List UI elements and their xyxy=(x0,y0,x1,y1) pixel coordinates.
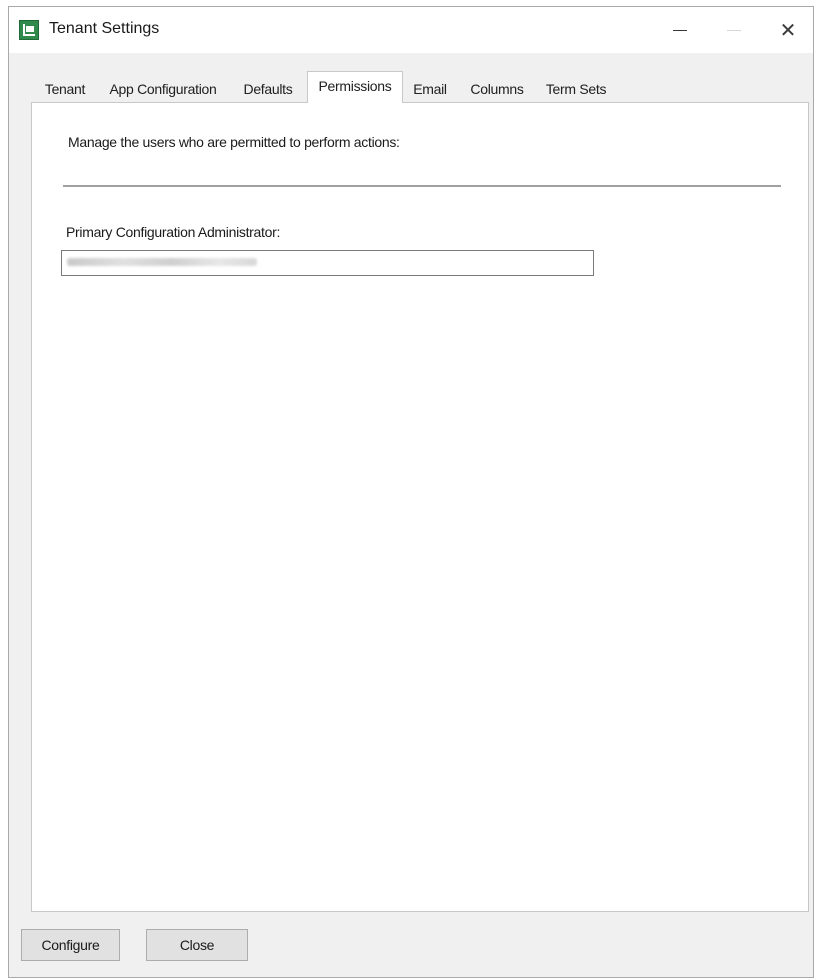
minimize-icon xyxy=(673,29,687,31)
window-title: Tenant Settings xyxy=(49,20,160,37)
app-icon xyxy=(19,20,39,40)
minimize-button[interactable] xyxy=(657,7,703,53)
maximize-button[interactable] xyxy=(711,7,757,53)
tab-permissions[interactable]: Permissions xyxy=(307,71,403,103)
tenant-settings-window: Tenant Settings ✕ Tenant App Configurati… xyxy=(8,6,814,978)
tab-columns[interactable]: Columns xyxy=(465,76,529,102)
permissions-panel: Manage the users who are permitted to pe… xyxy=(31,102,809,912)
maximize-icon xyxy=(727,29,741,31)
tab-defaults[interactable]: Defaults xyxy=(236,76,300,102)
close-window-button[interactable]: ✕ xyxy=(765,7,811,53)
permissions-description: Manage the users who are permitted to pe… xyxy=(68,134,400,150)
dialog-footer: Configure Close xyxy=(9,915,813,977)
tab-strip: Tenant App Configuration Defaults Permis… xyxy=(31,71,811,103)
separator-line xyxy=(63,185,781,188)
tab-app-configuration[interactable]: App Configuration xyxy=(101,76,225,102)
configure-button[interactable]: Configure xyxy=(21,929,120,961)
title-bar[interactable]: Tenant Settings ✕ xyxy=(9,7,813,53)
tab-tenant[interactable]: Tenant xyxy=(39,76,91,102)
primary-admin-label: Primary Configuration Administrator: xyxy=(66,224,281,240)
close-button[interactable]: Close xyxy=(146,929,248,961)
tab-term-sets[interactable]: Term Sets xyxy=(539,76,613,102)
redacted-admin-value xyxy=(67,258,257,266)
tab-email[interactable]: Email xyxy=(407,76,453,102)
close-icon: ✕ xyxy=(779,19,797,42)
